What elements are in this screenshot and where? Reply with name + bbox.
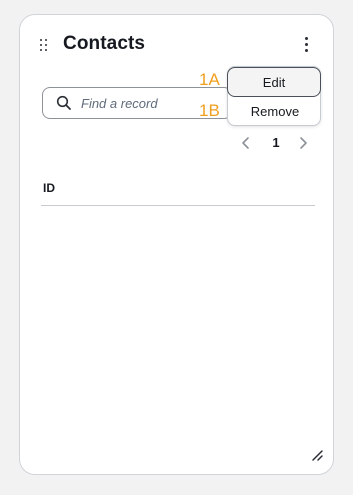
hint-label-remove: 1B xyxy=(199,101,220,120)
chevron-left-icon[interactable] xyxy=(239,135,253,151)
menu-item-remove[interactable]: Remove xyxy=(228,96,322,125)
pagination: 1 xyxy=(239,133,315,153)
hint-label-edit: 1A xyxy=(199,70,220,89)
contacts-widget: Contacts 1A 1B Edit Remove 1 ID xyxy=(19,14,334,475)
resize-handle-icon[interactable] xyxy=(310,448,324,462)
more-vertical-icon[interactable] xyxy=(302,37,312,53)
column-header-id[interactable]: ID xyxy=(43,181,55,195)
widget-title: Contacts xyxy=(63,33,146,54)
menu-item-edit[interactable]: Edit xyxy=(227,67,321,97)
search-icon xyxy=(56,95,71,110)
table-header-divider xyxy=(41,205,315,206)
drag-handle-icon[interactable] xyxy=(40,39,50,53)
current-page-number[interactable]: 1 xyxy=(270,135,282,150)
actions-dropdown-menu: Edit Remove xyxy=(227,66,321,126)
chevron-right-icon[interactable] xyxy=(296,135,310,151)
